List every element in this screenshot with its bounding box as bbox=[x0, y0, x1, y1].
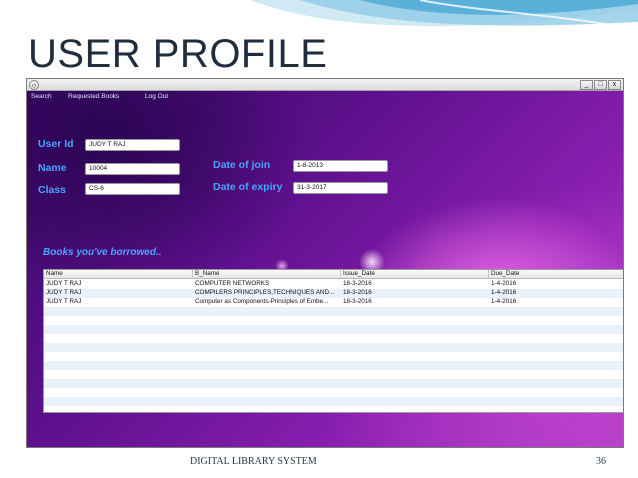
table-row[interactable]: JUDY T RAJ COMPUTER NETWORKS 18-3-2016 1… bbox=[44, 280, 623, 289]
borrowed-books-heading: Books you've borrowed.. bbox=[43, 247, 162, 258]
column-divider[interactable] bbox=[340, 270, 341, 279]
column-header-b-name[interactable]: B_Name bbox=[195, 270, 220, 278]
borrowed-books-table[interactable]: Name B_Name Issue_Date Due_Date JUDY T R… bbox=[43, 269, 623, 413]
table-row[interactable]: JUDY T RAJ Computer as Components-Princi… bbox=[44, 298, 623, 307]
empty-row bbox=[44, 334, 623, 343]
cell-due-date: 1-4-2016 bbox=[491, 280, 517, 287]
slide-footer: DIGITAL LIBRARY SYSTEM bbox=[190, 456, 317, 467]
column-divider[interactable] bbox=[488, 270, 489, 279]
class-label: Class bbox=[38, 184, 67, 196]
empty-row bbox=[44, 361, 623, 370]
name-label: Name bbox=[38, 162, 67, 174]
empty-row bbox=[44, 379, 623, 388]
empty-row bbox=[44, 397, 623, 406]
column-header-due-date[interactable]: Due_Date bbox=[491, 270, 519, 278]
empty-row bbox=[44, 370, 623, 379]
slide-title: USER PROFILE bbox=[28, 32, 328, 76]
window-titlebar[interactable]: ○ _ □ x bbox=[27, 79, 623, 91]
cell-due-date: 1-4-2016 bbox=[491, 298, 517, 305]
column-header-issue-date[interactable]: Issue_Date bbox=[343, 270, 375, 278]
column-divider[interactable] bbox=[192, 270, 193, 279]
menu-log-out[interactable]: Log Out bbox=[145, 93, 168, 100]
name-field[interactable]: 10004 bbox=[85, 163, 180, 175]
empty-row bbox=[44, 388, 623, 397]
date-of-expiry-field[interactable]: 31-3-2017 bbox=[293, 182, 388, 194]
cell-book-name: COMPUTER NETWORKS bbox=[195, 280, 270, 287]
minimize-button[interactable]: _ bbox=[580, 80, 593, 90]
maximize-button[interactable]: □ bbox=[594, 80, 607, 90]
cell-book-name: Computer as Components-Principles of Emb… bbox=[195, 298, 329, 305]
menu-requested-books[interactable]: Requested Books bbox=[68, 93, 119, 100]
empty-row bbox=[44, 352, 623, 361]
empty-row bbox=[44, 406, 623, 412]
cell-name: JUDY T RAJ bbox=[46, 289, 82, 296]
window-menu-icon[interactable]: ○ bbox=[29, 80, 39, 90]
cell-due-date: 1-4-2016 bbox=[491, 289, 517, 296]
date-of-expiry-label: Date of expiry bbox=[213, 181, 283, 193]
column-header-name[interactable]: Name bbox=[46, 270, 63, 278]
user-id-field[interactable]: JUDY T RAJ bbox=[85, 139, 180, 151]
empty-row bbox=[44, 343, 623, 352]
user-profile-window: ○ _ □ x Search Requested Books Log Out U… bbox=[26, 78, 624, 448]
cell-issue-date: 18-3-2016 bbox=[343, 298, 372, 305]
slide-page-number: 36 bbox=[596, 456, 606, 467]
cell-book-name: COMPILERS PRINCIPLES,TECHNIQUES AND... bbox=[195, 289, 335, 296]
menu-bar: Search Requested Books Log Out bbox=[27, 93, 623, 105]
date-of-join-field[interactable]: 1-8-2013 bbox=[293, 160, 388, 172]
user-id-label: User Id bbox=[38, 138, 74, 150]
empty-row bbox=[44, 316, 623, 325]
close-button[interactable]: x bbox=[608, 80, 621, 90]
empty-row bbox=[44, 325, 623, 334]
table-header: Name B_Name Issue_Date Due_Date bbox=[44, 270, 623, 279]
cell-issue-date: 18-3-2016 bbox=[343, 280, 372, 287]
cell-name: JUDY T RAJ bbox=[46, 280, 82, 287]
empty-row bbox=[44, 307, 623, 316]
date-of-join-label: Date of join bbox=[213, 159, 271, 171]
cell-name: JUDY T RAJ bbox=[46, 298, 82, 305]
cell-issue-date: 18-3-2016 bbox=[343, 289, 372, 296]
class-field[interactable]: CS-6 bbox=[85, 183, 180, 195]
menu-search[interactable]: Search bbox=[31, 93, 52, 100]
table-row[interactable]: JUDY T RAJ COMPILERS PRINCIPLES,TECHNIQU… bbox=[44, 289, 623, 298]
